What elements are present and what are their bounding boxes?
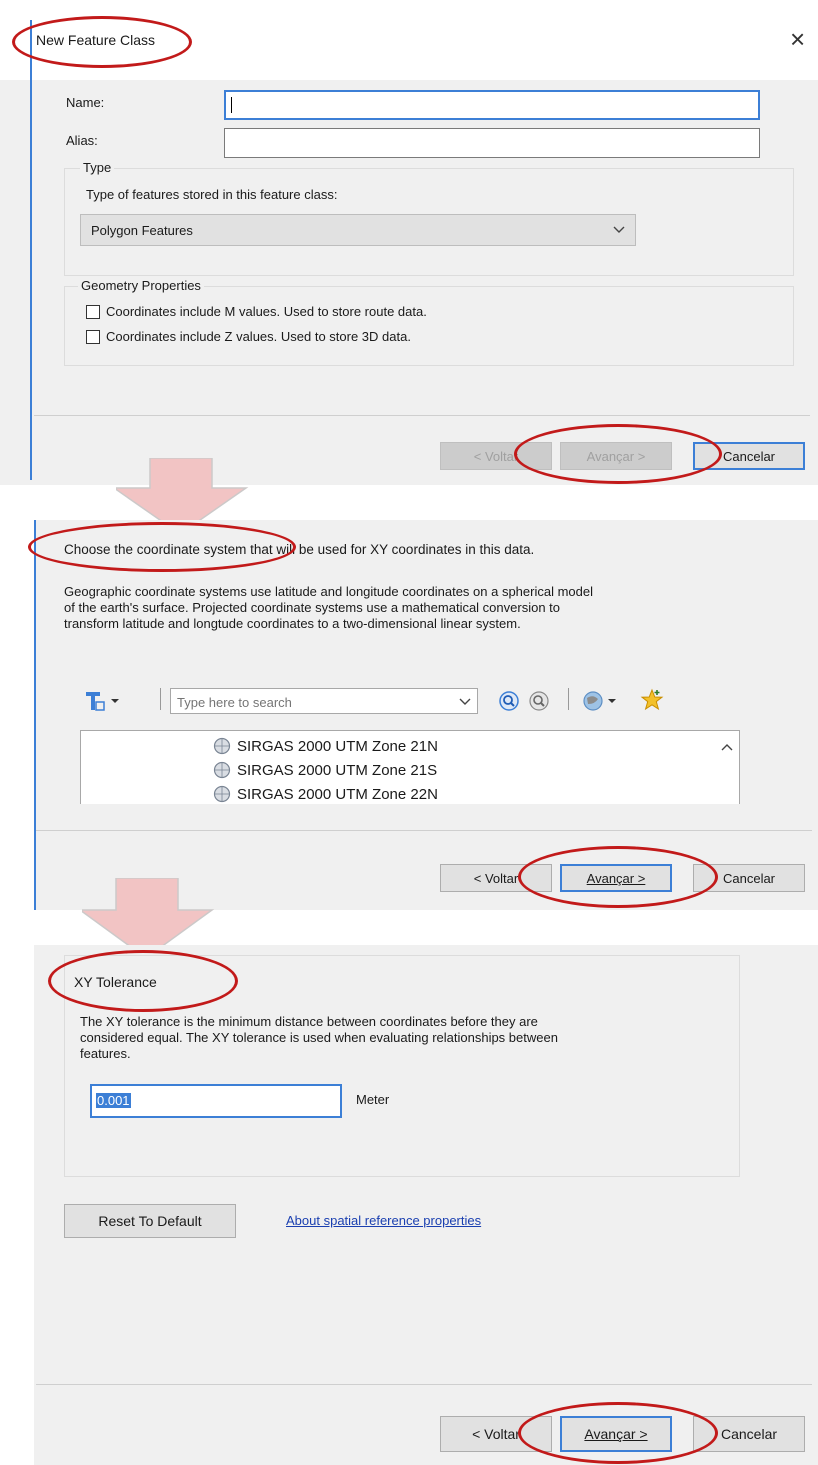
- cancel-button[interactable]: Cancelar: [693, 1416, 805, 1452]
- list-item[interactable]: SIRGAS 2000 UTM Zone 21N: [213, 737, 438, 755]
- z-values-label: Coordinates include Z values. Used to st…: [106, 329, 411, 344]
- dialog-left-border-2: [34, 520, 36, 910]
- type-group-label: Type: [80, 160, 115, 175]
- toolbar-divider-2: [568, 688, 569, 710]
- cancel-button[interactable]: Cancelar: [693, 442, 805, 470]
- coordinate-desc-3: transform latitude and longtude coordina…: [64, 616, 521, 631]
- cancel-button[interactable]: Cancelar: [693, 864, 805, 892]
- geometry-properties-group: [64, 286, 794, 366]
- about-spatial-reference-link[interactable]: About spatial reference properties: [286, 1213, 481, 1228]
- footer-separator: [34, 415, 810, 416]
- xy-tolerance-input[interactable]: 0.001: [90, 1084, 342, 1118]
- tolerance-unit-label: Meter: [356, 1092, 390, 1107]
- back-button-label: < Voltar: [473, 870, 519, 886]
- search-input[interactable]: [175, 692, 455, 712]
- xy-tolerance-value: 0.001: [96, 1093, 131, 1108]
- m-values-checkbox[interactable]: [86, 305, 100, 319]
- text-cursor: [231, 97, 232, 113]
- chevron-down-icon[interactable]: [459, 698, 471, 706]
- clear-search-icon[interactable]: [528, 690, 550, 712]
- z-values-checkbox[interactable]: [86, 330, 100, 344]
- dialog-title: New Feature Class: [36, 32, 156, 48]
- footer-separator: [36, 830, 812, 831]
- back-button[interactable]: < Voltar: [440, 864, 552, 892]
- filter-icon[interactable]: [84, 690, 122, 712]
- footer-separator: [36, 1384, 812, 1385]
- tolerance-desc-2: considered equal. The XY tolerance is us…: [80, 1030, 558, 1045]
- globe-icon: [213, 737, 231, 755]
- xy-tolerance-group-label: XY Tolerance: [74, 974, 157, 990]
- toolbar-divider: [160, 688, 161, 710]
- globe-icon[interactable]: [582, 690, 622, 712]
- m-values-label: Coordinates include M values. Used to st…: [106, 304, 427, 319]
- list-item[interactable]: SIRGAS 2000 UTM Zone 22N: [213, 785, 438, 803]
- close-icon[interactable]: ×: [790, 24, 805, 55]
- xy-tolerance-group: [64, 955, 740, 1177]
- search-box[interactable]: [170, 688, 478, 714]
- favorite-star-icon[interactable]: [640, 688, 664, 712]
- list-item-label: SIRGAS 2000 UTM Zone 21S: [237, 761, 438, 779]
- next-button[interactable]: Avançar >: [560, 864, 672, 892]
- name-input[interactable]: [224, 90, 760, 120]
- globe-icon: [213, 785, 231, 803]
- next-button-label: Avançar >: [586, 870, 646, 886]
- coordinate-system-page: [36, 520, 818, 910]
- list-item-label: SIRGAS 2000 UTM Zone 21N: [237, 737, 438, 755]
- coordinate-system-list[interactable]: SIRGAS 2000 UTM Zone 21N SIRGAS 2000 UTM…: [80, 730, 740, 804]
- tolerance-desc-1: The XY tolerance is the minimum distance…: [80, 1014, 538, 1029]
- feature-type-selected: Polygon Features: [91, 223, 193, 238]
- coordinate-desc-2: of the earth's surface. Projected coordi…: [64, 600, 561, 615]
- chevron-down-icon: [613, 226, 625, 233]
- globe-icon: [213, 761, 231, 779]
- search-icon[interactable]: [498, 690, 520, 712]
- next-button[interactable]: Avançar >: [560, 1416, 672, 1452]
- dialog-left-border: [30, 20, 32, 480]
- coordinate-heading: Choose the coordinate system that will b…: [64, 542, 535, 557]
- type-description: Type of features stored in this feature …: [86, 187, 338, 202]
- alias-input[interactable]: [224, 128, 760, 158]
- coordinate-desc-1: Geographic coordinate systems use latitu…: [64, 584, 593, 599]
- next-button-label: Avançar >: [584, 1426, 648, 1442]
- geometry-group-label: Geometry Properties: [78, 278, 204, 293]
- list-item[interactable]: SIRGAS 2000 UTM Zone 21S: [213, 761, 437, 779]
- alias-label: Alias:: [66, 133, 98, 148]
- list-item-label: SIRGAS 2000 UTM Zone 22N: [237, 785, 438, 803]
- back-button[interactable]: < Voltar: [440, 1416, 552, 1452]
- tolerance-desc-3: features.: [80, 1046, 131, 1061]
- back-button[interactable]: < Voltar: [440, 442, 552, 470]
- scroll-up-icon[interactable]: [721, 743, 733, 751]
- next-button[interactable]: Avançar >: [560, 442, 672, 470]
- reset-to-default-button[interactable]: Reset To Default: [64, 1204, 236, 1238]
- name-label: Name:: [66, 95, 105, 110]
- feature-type-dropdown[interactable]: Polygon Features: [80, 214, 636, 246]
